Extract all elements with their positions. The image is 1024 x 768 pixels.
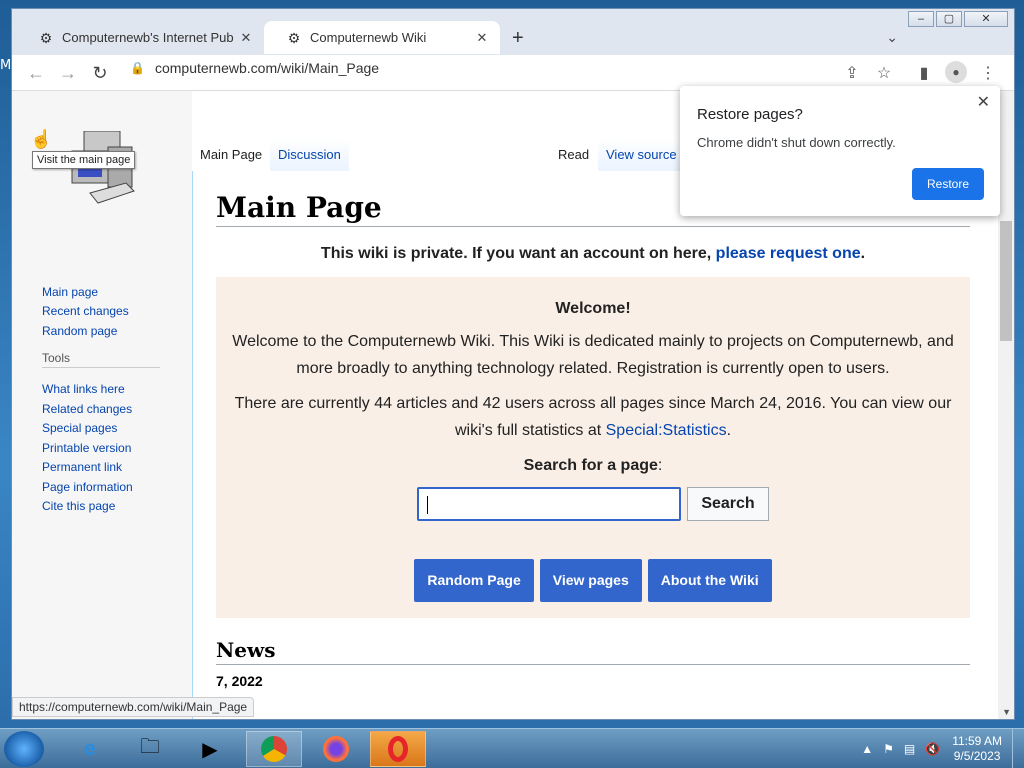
taskbar: e 🗀 ▶ ▲ ⚑ ▤ 🔇 11:59 AM 9/5/2023 (0, 728, 1024, 768)
notice-end: . (860, 245, 866, 262)
search-label: Search for a page (523, 457, 658, 474)
search-label-colon: : (657, 457, 663, 474)
volume-muted-icon[interactable]: 🔇 (925, 742, 940, 756)
wiki-favicon-icon: ⚙ (287, 29, 301, 46)
search-button[interactable]: Search (687, 487, 769, 521)
sidebar-item-special-pages[interactable]: Special pages (42, 421, 117, 435)
sidebar-item-cite-this-page[interactable]: Cite this page (42, 499, 115, 513)
back-arrow-icon[interactable]: ← (26, 63, 46, 84)
news-date: 7, 2022 (216, 673, 263, 689)
tray-icons: ▲ ⚑ ▤ 🔇 (861, 742, 940, 756)
content-border (192, 139, 193, 719)
restore-pages-dialog: Restore pages? Chrome didn't shut down c… (680, 86, 1000, 216)
tab-title: Computernewb Wiki (310, 30, 427, 45)
sidebar-tools-heading: Tools (42, 351, 71, 365)
firefox-icon[interactable] (308, 731, 364, 767)
tab-strip: ⚙ Computernewb's Internet Pub Hu ✕ ⚙ Com… (12, 21, 1014, 55)
clock-time: 11:59 AM (952, 734, 1002, 748)
tab-discussion[interactable]: Discussion (270, 139, 349, 171)
scrollbar-thumb[interactable] (1000, 221, 1012, 341)
view-pages-button[interactable]: View pages (539, 559, 642, 602)
news-heading: News (216, 638, 970, 665)
dialog-message: Chrome didn't shut down correctly. (697, 135, 896, 150)
stats-paragraph: There are currently 44 articles and 42 u… (230, 390, 956, 444)
stats-text: There are currently 44 articles and 42 u… (234, 395, 952, 439)
random-page-button[interactable]: Random Page (414, 559, 534, 602)
welcome-box: Welcome! Welcome to the Computernewb Wik… (216, 277, 970, 618)
stats-end: . (726, 422, 732, 439)
chrome-icon[interactable] (246, 731, 302, 767)
action-center-flag-icon[interactable]: ⚑ (883, 742, 894, 756)
kebab-menu-icon[interactable]: ⋮ (978, 63, 998, 83)
tab-pub-hub[interactable]: ⚙ Computernewb's Internet Pub Hu ✕ (16, 21, 264, 54)
scroll-down-arrow-icon[interactable]: ▼ (1002, 707, 1011, 717)
welcome-paragraph: Welcome to the Computernewb Wiki. This W… (232, 333, 954, 377)
sidebar-item-printable-version[interactable]: Printable version (42, 441, 131, 455)
private-notice: This wiki is private. If you want an acc… (216, 245, 970, 263)
wiki-logo[interactable] (68, 130, 136, 211)
system-tray: ▲ ⚑ ▤ 🔇 11:59 AM 9/5/2023 (861, 729, 1024, 768)
request-account-link[interactable]: please request one (716, 245, 861, 262)
wiki-sidebar: ☝ Visit the main page Main page Recent c… (12, 91, 192, 719)
tab-close-icon[interactable]: ✕ (238, 30, 254, 46)
text-caret (427, 496, 428, 514)
notice-text: This wiki is private. If you want an acc… (320, 245, 716, 262)
media-player-icon[interactable]: ▶ (182, 731, 238, 767)
dialog-title: Restore pages? (697, 106, 803, 123)
start-button[interactable] (4, 731, 44, 767)
tab-search-chevron-icon[interactable]: ⌄ (886, 29, 898, 46)
address-text: computernewb.com/wiki/Main_Page (154, 60, 380, 76)
sidebar-item-page-information[interactable]: Page information (42, 480, 133, 494)
page-scrollbar[interactable]: ▼ (998, 91, 1014, 719)
show-hidden-icons-icon[interactable]: ▲ (861, 742, 873, 756)
profile-avatar-icon[interactable]: ● (945, 61, 967, 83)
bookmark-star-icon[interactable]: ☆ (874, 63, 894, 83)
sidebar-item-related-changes[interactable]: Related changes (42, 402, 132, 416)
restore-button[interactable]: Restore (912, 168, 984, 200)
tab-close-icon[interactable]: ✕ (474, 30, 490, 46)
about-wiki-button[interactable]: About the Wiki (647, 559, 772, 602)
status-bubble: https://computernewb.com/wiki/Main_Page (12, 697, 255, 717)
tab-read[interactable]: Read (550, 139, 598, 171)
lock-icon: 🔒 (130, 61, 145, 75)
network-icon[interactable]: ▤ (904, 742, 915, 756)
logo-tooltip: Visit the main page (32, 151, 136, 169)
sidebar-item-main-page[interactable]: Main page (42, 285, 98, 299)
search-row: Search (230, 487, 956, 521)
side-panel-icon[interactable]: ▮ (914, 63, 934, 83)
tab-view-source[interactable]: View source (598, 139, 685, 171)
new-tab-button[interactable]: + (512, 27, 524, 50)
special-statistics-link[interactable]: Special:Statistics (606, 422, 727, 439)
wiki-favicon-icon: ⚙ (39, 29, 53, 46)
desktop-stray-text: M (0, 58, 12, 73)
internet-explorer-icon[interactable]: e (62, 731, 118, 767)
sidebar-item-permanent-link[interactable]: Permanent link (42, 460, 122, 474)
sidebar-item-random-page[interactable]: Random page (42, 324, 117, 338)
dialog-close-icon[interactable]: ✕ (977, 92, 990, 112)
file-explorer-icon[interactable]: 🗀 (122, 731, 178, 767)
share-icon[interactable]: ⇪ (842, 63, 862, 83)
sidebar-item-what-links-here[interactable]: What links here (42, 382, 125, 396)
mouse-cursor-icon: ☝ (30, 129, 53, 149)
clock-date: 9/5/2023 (953, 749, 1001, 763)
sidebar-item-recent-changes[interactable]: Recent changes (42, 304, 129, 318)
action-buttons: Random Page View pages About the Wiki (230, 559, 956, 602)
search-label-row: Search for a page: (230, 452, 956, 479)
tab-computernewb-wiki[interactable]: ⚙ Computernewb Wiki ✕ (264, 21, 500, 54)
forward-arrow-icon[interactable]: → (58, 63, 78, 84)
tab-title: Computernewb's Internet Pub Hu (62, 30, 238, 45)
address-bar[interactable]: 🔒 computernewb.com/wiki/Main_Page (130, 60, 379, 76)
main-content: Main Page This wiki is private. If you w… (216, 191, 970, 689)
sidebar-divider (42, 367, 160, 368)
reload-icon[interactable]: ↻ (90, 63, 110, 84)
clock[interactable]: 11:59 AM 9/5/2023 (952, 734, 1002, 764)
search-input[interactable] (417, 487, 681, 521)
opera-icon[interactable] (370, 731, 426, 767)
tab-main-page[interactable]: Main Page (192, 139, 271, 171)
show-desktop-button[interactable] (1012, 729, 1024, 768)
welcome-heading: Welcome! (555, 300, 631, 317)
